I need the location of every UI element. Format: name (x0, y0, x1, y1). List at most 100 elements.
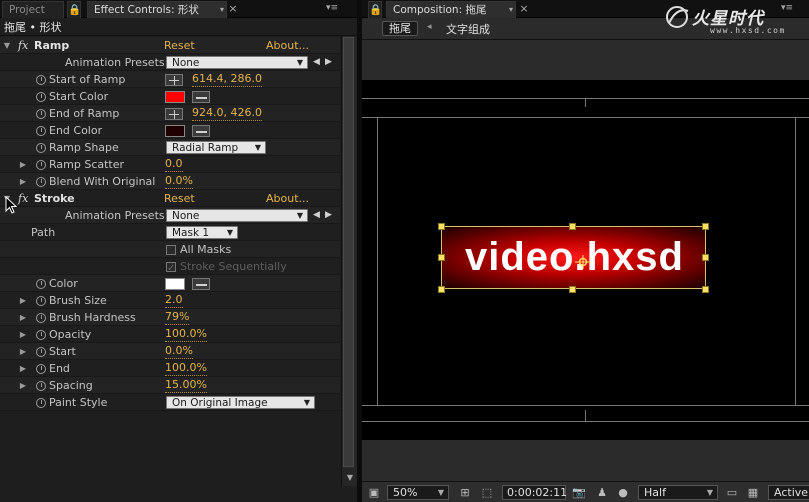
stopwatch-icon[interactable] (36, 347, 46, 357)
layer-path: 拖尾 • 形状 (0, 19, 357, 36)
close-icon[interactable]: × (518, 2, 530, 16)
color-swatch[interactable] (165, 278, 185, 290)
stopwatch-icon[interactable] (36, 364, 46, 374)
twirl-closed-icon[interactable]: ▶ (18, 292, 28, 309)
stopwatch-icon[interactable] (36, 126, 46, 136)
transform-handle-l[interactable] (438, 254, 445, 261)
animation-presets-dropdown[interactable]: None ▼ (166, 56, 308, 69)
panel-menu-icon[interactable]: ▾≡ (325, 2, 339, 14)
opacity-value[interactable]: 100.0% (165, 327, 207, 342)
stopwatch-icon[interactable] (36, 381, 46, 391)
stroke-effect-header[interactable]: ▼ fx Stroke Reset About... (0, 190, 340, 207)
fx-icon[interactable]: fx (18, 190, 28, 207)
reset-button[interactable]: Reset (164, 37, 195, 54)
anchor-point-icon[interactable] (573, 254, 593, 270)
paint-style-dropdown[interactable]: On Original Image ▼ (166, 396, 315, 409)
stopwatch-icon[interactable] (36, 92, 46, 102)
transform-handle-tl[interactable] (438, 223, 445, 230)
grid-icon[interactable]: ⊞ (458, 486, 472, 499)
all-masks-checkbox[interactable] (166, 245, 176, 255)
about-button[interactable]: About... (266, 190, 309, 207)
tab-project[interactable]: Project (2, 1, 64, 18)
stopwatch-icon[interactable] (36, 296, 46, 306)
always-preview-icon[interactable]: ▣ (367, 486, 381, 499)
stopwatch-icon[interactable] (36, 313, 46, 323)
twirl-closed-icon[interactable]: ▶ (18, 360, 28, 377)
brush-hardness-value[interactable]: 79% (165, 310, 190, 325)
stopwatch-icon[interactable] (36, 330, 46, 340)
frame-edge-bottom (362, 421, 809, 422)
transform-handle-tr[interactable] (702, 223, 709, 230)
lock-icon[interactable]: 🔒 (67, 1, 81, 18)
stroke-sequentially-checkbox[interactable] (166, 260, 176, 277)
fx-icon[interactable]: fx (18, 37, 28, 54)
scroll-thumb[interactable] (343, 37, 354, 467)
animation-presets-dropdown[interactable]: None ▼ (166, 209, 308, 222)
title-safe-left (377, 117, 378, 405)
twirl-closed-icon[interactable]: ▶ (18, 156, 28, 173)
color-swatch[interactable] (165, 91, 185, 103)
blend-value[interactable]: 0.0% (165, 174, 193, 189)
mask-visibility-icon[interactable]: ⬚ (480, 486, 494, 499)
region-of-interest-icon[interactable]: ▭ (725, 486, 739, 499)
ramp-effect-header[interactable]: ▼ fx Ramp Reset About... (0, 37, 340, 54)
tab-effect-controls[interactable]: Effect Controls: 形状 ▾ (87, 1, 227, 18)
lock-icon[interactable]: 🔒 (368, 1, 382, 18)
comp-breadcrumb-nested[interactable]: 文字组成 (446, 21, 490, 37)
scroll-down-icon[interactable]: ▼ (342, 472, 358, 484)
stopwatch-icon[interactable] (36, 143, 46, 153)
transform-handle-b[interactable] (569, 286, 576, 293)
channel-icon[interactable]: ● (616, 486, 630, 499)
spacing-row: ▶ Spacing 15.00% (0, 377, 340, 394)
brush-size-value[interactable]: 2.0 (165, 293, 183, 308)
spacing-value[interactable]: 15.00% (165, 378, 207, 393)
close-icon[interactable]: × (227, 2, 239, 16)
transform-handle-r[interactable] (702, 254, 709, 261)
prev-preset-icon[interactable]: ◀ (313, 54, 320, 71)
camera-dropdown[interactable]: Active (768, 485, 809, 500)
crosshair-icon[interactable] (165, 74, 183, 86)
transparency-grid-icon[interactable]: ▦ (746, 486, 760, 499)
stopwatch-icon[interactable] (36, 75, 46, 85)
twirl-closed-icon[interactable]: ▶ (18, 326, 28, 343)
ramp-scatter-value[interactable]: 0.0 (165, 157, 183, 172)
resolution-dropdown[interactable]: Half ▼ (638, 485, 718, 500)
color-swatch[interactable] (165, 125, 185, 137)
stopwatch-icon[interactable] (36, 398, 46, 408)
snapshot-icon[interactable]: 📷 (572, 486, 586, 499)
timecode-field[interactable]: 0:00:02:11 (502, 485, 567, 500)
tab-composition[interactable]: Composition: 拖尾 ▾ (386, 1, 516, 18)
crosshair-icon[interactable] (165, 108, 183, 120)
comp-breadcrumb-current[interactable]: 拖尾 (382, 21, 418, 36)
brush-hardness-row: ▶ Brush Hardness 79% (0, 309, 340, 326)
zoom-dropdown[interactable]: 50% ▼ (387, 485, 449, 500)
stopwatch-icon[interactable] (36, 160, 46, 170)
twirl-closed-icon[interactable]: ▶ (18, 377, 28, 394)
next-preset-icon[interactable]: ▶ (325, 207, 332, 224)
transform-handle-bl[interactable] (438, 286, 445, 293)
end-value[interactable]: 100.0% (165, 361, 207, 376)
reset-button[interactable]: Reset (164, 190, 195, 207)
stopwatch-icon[interactable] (36, 279, 46, 289)
path-dropdown[interactable]: Mask 1 ▼ (166, 226, 238, 239)
ramp-shape-dropdown[interactable]: Radial Ramp ▼ (166, 141, 266, 154)
transform-handle-br[interactable] (702, 286, 709, 293)
eyedropper-icon[interactable] (192, 278, 210, 290)
transform-handle-t[interactable] (569, 223, 576, 230)
start-value[interactable]: 0.0% (165, 344, 193, 359)
about-button[interactable]: About... (266, 37, 309, 54)
next-preset-icon[interactable]: ▶ (325, 54, 332, 71)
start-of-ramp-value[interactable]: 614.4, 286.0 (192, 72, 262, 87)
stopwatch-icon[interactable] (36, 109, 46, 119)
twirl-closed-icon[interactable]: ▶ (18, 309, 28, 326)
twirl-closed-icon[interactable]: ▶ (18, 343, 28, 360)
eyedropper-icon[interactable] (192, 91, 210, 103)
eyedropper-icon[interactable] (192, 125, 210, 137)
twirl-closed-icon[interactable]: ▶ (18, 173, 28, 190)
stopwatch-icon[interactable] (36, 177, 46, 187)
end-of-ramp-value[interactable]: 924.0, 426.0 (192, 106, 262, 121)
prev-preset-icon[interactable]: ◀ (313, 207, 320, 224)
twirl-open-icon[interactable]: ▼ (2, 37, 12, 54)
show-snapshot-icon[interactable]: ♟ (595, 486, 609, 499)
path-row: Path Mask 1 ▼ (0, 224, 340, 241)
